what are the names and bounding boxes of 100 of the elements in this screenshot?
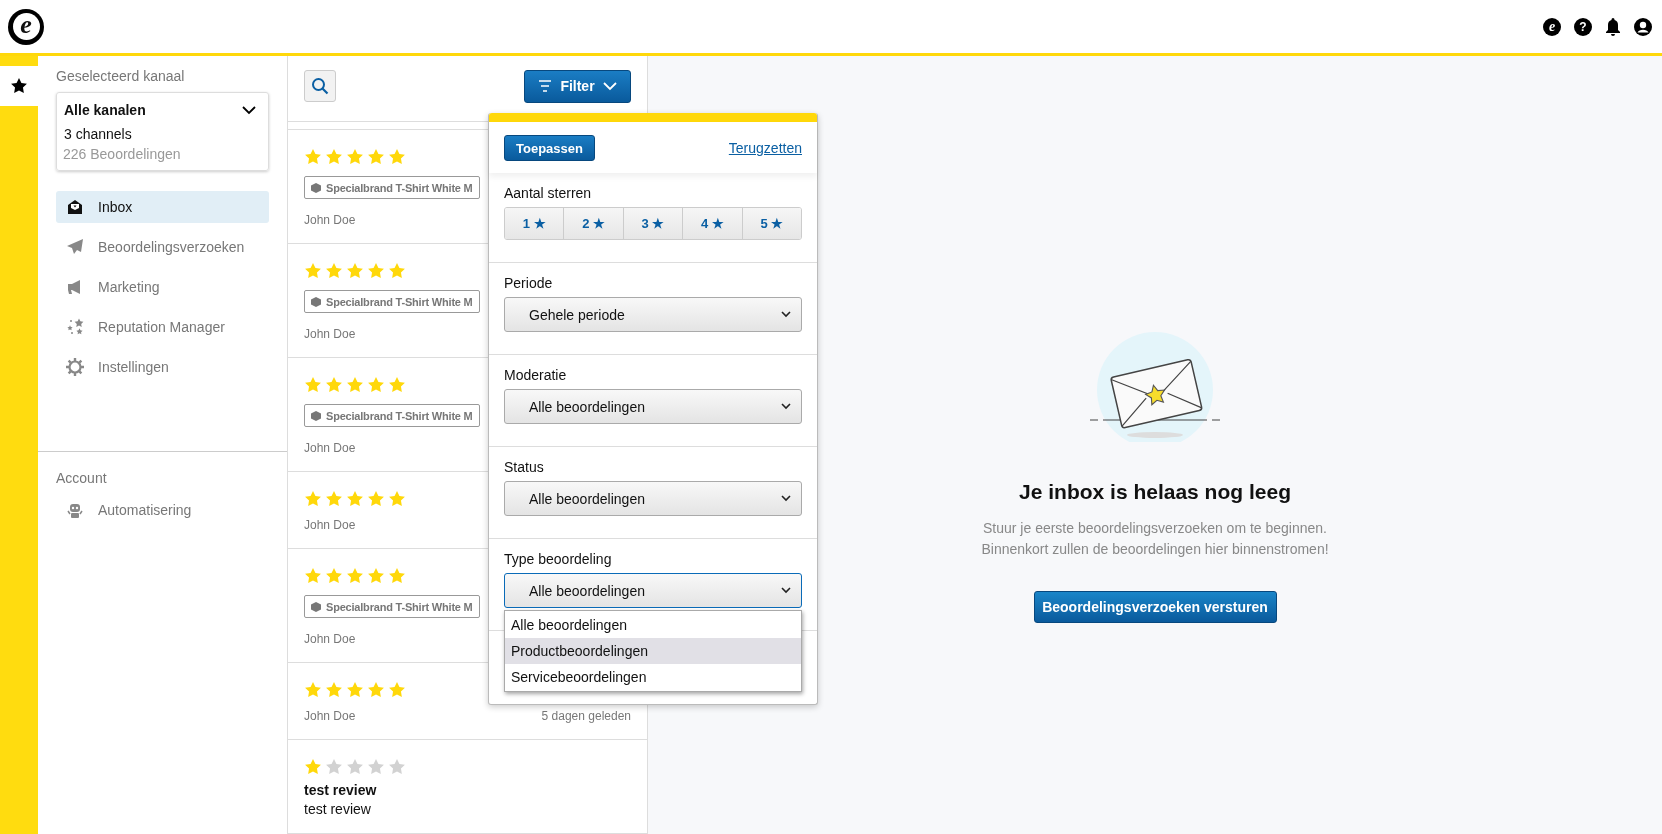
review-item[interactable]: test review test review [288,740,647,834]
star-icon [388,490,406,508]
star-filter-button[interactable]: 4 ★ [683,208,743,239]
star-icon [367,681,385,699]
field-label: Periode [504,275,554,291]
star-icon [304,490,322,508]
chevron-down-icon [781,587,791,594]
reset-link[interactable]: Terugzetten [728,140,802,156]
chevron-down-icon [242,106,256,115]
user-icon[interactable] [1634,17,1652,36]
section-label: Geselecteerd kanaal [56,68,186,84]
star-icon [325,490,343,508]
nav-item[interactable]: Reputation Manager [56,311,269,343]
nav-item[interactable]: Marketing [56,271,269,303]
star-icon [325,148,343,166]
channel-count: 3 channels [64,126,133,142]
author-name: John Doe [304,709,356,723]
stars-icon [66,318,84,336]
field-label: Moderatie [504,367,568,383]
star-icon [304,262,322,280]
paper-plane-icon [66,238,84,256]
star-icon [304,681,322,699]
dropdown-option[interactable]: Productbeoordelingen [505,638,801,664]
star-icon [304,376,322,394]
nav-item[interactable]: Automatisering [56,494,269,526]
bell-icon[interactable] [1605,17,1621,36]
dropdown[interactable]: Alle beoordelingen [504,389,802,424]
search-button[interactable] [304,70,336,103]
star-icon [367,758,385,776]
filter-button[interactable]: Filter [524,69,631,103]
author-name: John Doe [304,327,356,341]
nav-item[interactable]: Beoordelingsverzoeken [56,231,269,263]
star-icon [388,758,406,776]
chevron-down-icon [602,81,617,91]
send-requests-button[interactable]: Beoordelingsverzoeken versturen [1033,591,1277,623]
review-title: test review [304,782,377,798]
filter-icon [538,80,553,93]
field-label: Aantal sterren [504,185,593,201]
product-name: Specialbrand T-Shirt White M [326,600,473,613]
empty-state-text: Binnenkort zullen de beoordelingen hier binnenstromen! [981,540,1329,559]
star-icon [367,490,385,508]
star-filter-button[interactable]: 3 ★ [623,208,684,239]
star-filter-button[interactable]: 1 ★ [505,208,565,239]
logo: e [8,8,44,45]
chevron-down-icon [781,311,791,318]
gear-icon [66,358,84,376]
chevron-down-icon [781,403,791,410]
star-icon [325,567,343,585]
review-text: test review [304,801,371,817]
star-icon [346,148,364,166]
nav-item[interactable]: Instellingen [56,351,269,383]
field-label: Status [504,459,545,475]
review-date: 5 dagen geleden [541,709,631,723]
star-icon [325,262,343,280]
star-filter-button[interactable]: 2 ★ [564,208,624,239]
product-name: Specialbrand T-Shirt White M [326,181,473,194]
star-icon [388,681,406,699]
star-icon [304,148,322,166]
dropdown[interactable]: Gehele periode [504,297,802,332]
star-icon [346,490,364,508]
star-icon [325,376,343,394]
star-icon [367,262,385,280]
star-icon [346,376,364,394]
brand-icon[interactable]: e [1543,17,1561,36]
product-name: Specialbrand T-Shirt White M [326,295,473,308]
star-icon [367,567,385,585]
product-name: Specialbrand T-Shirt White M [326,409,473,422]
help-icon[interactable]: ? [1574,17,1592,36]
robot-icon [66,501,84,519]
dropdown[interactable]: Alle beoordelingen [504,481,802,516]
section-label: Account [56,470,108,486]
star-icon [388,262,406,280]
channel-selector[interactable]: Alle kanalen 3 channels 226 Beoordelingen [56,92,269,171]
star-icon [346,758,364,776]
author-name: John Doe [304,213,356,227]
empty-state-title: Je inbox is helaas nog leeg [1019,480,1291,504]
star-icon [325,758,343,776]
review-count: 226 Beoordelingen [63,146,182,162]
dropdown[interactable]: Alle beoordelingen [504,573,802,608]
star-icon [346,681,364,699]
star-icon [367,148,385,166]
apply-button[interactable]: Toepassen [504,135,595,161]
author-name: John Doe [304,441,356,455]
star-icon [367,376,385,394]
star-icon [346,262,364,280]
star-icon [346,567,364,585]
empty-state-text: Stuur je eerste beoordelingsverzoeken om te beginnen. [983,519,1327,538]
star-icon [388,567,406,585]
field-label: Type beoordeling [504,551,613,567]
star-icon[interactable] [10,77,28,95]
star-filter-button[interactable]: 5 ★ [742,208,801,239]
chevron-down-icon [781,495,791,502]
star-icon [325,681,343,699]
author-name: John Doe [304,632,356,646]
author-name: John Doe [304,518,356,532]
envelope-icon [66,198,84,216]
star-icon [388,148,406,166]
search-icon [311,77,329,96]
nav-item[interactable]: Inbox [56,191,269,223]
channel-name: Alle kanalen [64,102,146,118]
